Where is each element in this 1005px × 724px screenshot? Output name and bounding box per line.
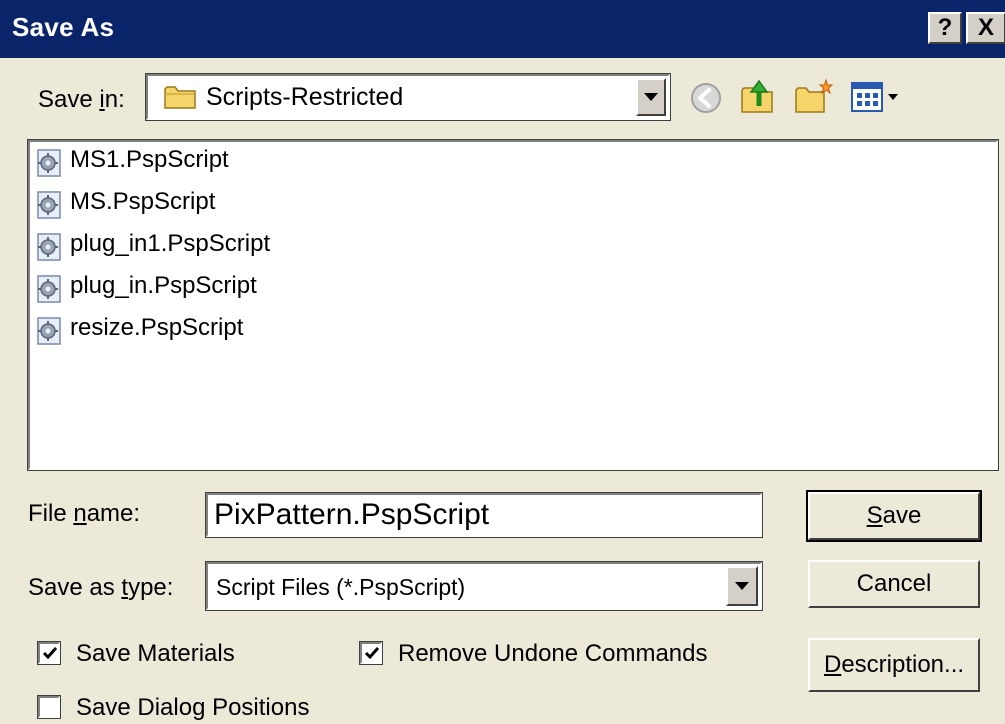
file-name: MS.PspScript [70,188,216,215]
save-button[interactable]: Save [806,490,982,542]
script-file-icon [37,317,61,345]
title-bar[interactable]: Save As ? X [0,0,1005,58]
script-file-icon [37,275,61,303]
save-in-label: Save in: [38,86,125,113]
file-name: plug_in.PspScript [70,272,257,299]
save-in-value: Scripts-Restricted [206,83,404,111]
dialog-title: Save As [12,12,115,42]
script-file-icon [37,233,61,261]
save-in-combo[interactable]: Scripts-Restricted [145,73,671,121]
chevron-down-icon [735,582,749,590]
script-file-icon [37,149,61,177]
remove-undone-label[interactable]: Remove Undone Commands [398,640,707,668]
checkmark-icon [42,647,58,660]
save-as-type-dropdown-button[interactable] [726,566,758,606]
save-materials-checkbox[interactable] [37,641,61,665]
cancel-button[interactable]: Cancel [808,560,980,608]
save-in-dropdown-button[interactable] [636,78,666,116]
description-button[interactable]: Description... [808,638,980,692]
save-dialog-positions-checkbox[interactable] [37,695,61,719]
help-button[interactable]: ? [928,12,962,44]
file-name-label: File name: [28,500,141,527]
script-file-icon [37,191,61,219]
save-as-type-label: Save as type: [28,574,174,601]
file-name: plug_in1.PspScript [70,230,271,257]
up-folder-icon[interactable] [738,76,778,116]
file-list[interactable]: MS1.PspScript MS.PspScript plug_in1.PspS… [27,139,999,471]
chevron-down-icon [644,93,658,101]
save-as-type-value: Script Files (*.PspScript) [216,574,466,600]
save-as-dialog: Save As ? X Save in: Scripts-Restricted [0,0,1005,724]
save-dialog-positions-label[interactable]: Save Dialog Positions [76,694,309,722]
close-button[interactable]: X [966,12,1005,44]
checkmark-icon [364,647,380,660]
file-name: MS1.PspScript [70,146,229,173]
new-folder-icon[interactable] [794,78,834,116]
save-materials-label[interactable]: Save Materials [76,640,235,668]
file-name: resize.PspScript [70,314,244,341]
folder-icon [164,86,196,109]
view-menu-icon[interactable] [850,80,908,114]
file-name-input[interactable] [205,492,763,538]
save-as-type-select[interactable]: Script Files (*.PspScript) [205,561,763,611]
back-icon[interactable] [688,80,724,116]
remove-undone-checkbox[interactable] [359,641,383,665]
